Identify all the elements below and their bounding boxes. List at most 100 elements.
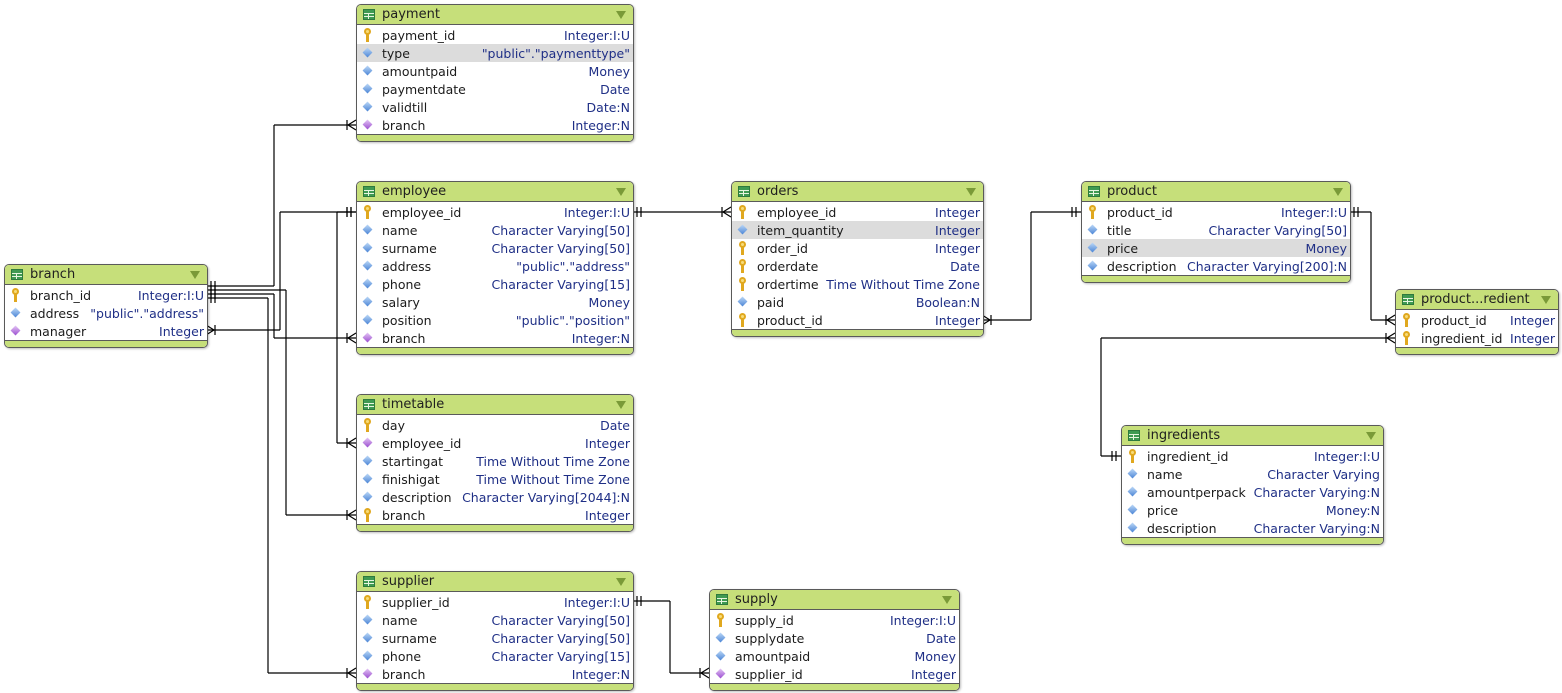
column-row[interactable]: price Money:N — [1122, 501, 1383, 519]
column-row[interactable]: ingredient_id Integer — [1396, 329, 1558, 347]
column-row[interactable]: startingat Time Without Time Zone — [357, 452, 633, 470]
column-row[interactable]: branch Integer:N — [357, 116, 633, 134]
collapse-triangle-icon[interactable] — [616, 401, 626, 409]
column-row[interactable]: description Character Varying:N — [1122, 519, 1383, 537]
column-row[interactable]: ordertime Time Without Time Zone — [732, 275, 983, 293]
column-row[interactable]: employee_id Integer — [357, 434, 633, 452]
column-row[interactable]: branch_id Integer:I:U — [5, 286, 207, 304]
column-row[interactable]: description Character Varying[2044]:N — [357, 488, 633, 506]
attribute-icon — [715, 649, 727, 663]
column-row[interactable]: position "public"."position" — [357, 311, 633, 329]
table-payment[interactable]: payment payment_id Integer:I:U type "public"… — [356, 4, 634, 142]
column-row[interactable]: surname Character Varying[50] — [357, 239, 633, 257]
column-row[interactable]: manager Integer — [5, 322, 207, 340]
table-header[interactable]: payment — [357, 5, 633, 25]
column-type: Character Varying[200]:N — [1187, 258, 1347, 274]
table-header[interactable]: timetable — [357, 395, 633, 415]
table-header[interactable]: product — [1082, 182, 1350, 202]
column-type: Integer — [1510, 330, 1555, 346]
collapse-triangle-icon[interactable] — [1333, 188, 1343, 196]
column-row[interactable]: surname Character Varying[50] — [357, 629, 633, 647]
column-row[interactable]: ingredient_id Integer:I:U — [1122, 447, 1383, 465]
column-row[interactable]: payment_id Integer:I:U — [357, 26, 633, 44]
column-row[interactable]: name Character Varying[50] — [357, 611, 633, 629]
many-marker — [1386, 332, 1396, 339]
table-header[interactable]: product...redient — [1396, 290, 1558, 310]
column-row[interactable]: type "public"."paymenttype" — [357, 44, 633, 62]
column-row[interactable]: amountpaid Money — [357, 62, 633, 80]
column-name: salary — [382, 294, 420, 310]
column-row[interactable]: order_id Integer — [732, 239, 983, 257]
column-row[interactable]: supply_id Integer:I:U — [710, 611, 959, 629]
column-row[interactable]: branch Integer — [357, 506, 633, 524]
table-supplier[interactable]: supplier supplier_id Integer:I:U name Charac… — [356, 571, 634, 691]
column-row[interactable]: phone Character Varying[15] — [357, 647, 633, 665]
collapse-triangle-icon[interactable] — [616, 188, 626, 196]
column-row[interactable]: validtill Date:N — [357, 98, 633, 116]
column-row[interactable]: amountpaid Money — [710, 647, 959, 665]
column-type: Character Varying:N — [1253, 520, 1380, 536]
column-row[interactable]: orderdate Date — [732, 257, 983, 275]
collapse-triangle-icon[interactable] — [616, 578, 626, 586]
collapse-triangle-icon[interactable] — [942, 596, 952, 604]
column-row[interactable]: paymentdate Date — [357, 80, 633, 98]
column-row[interactable]: employee_id Integer — [732, 203, 983, 221]
column-row[interactable]: branch Integer:N — [357, 329, 633, 347]
column-row[interactable]: day Date — [357, 416, 633, 434]
table-product-ingredient[interactable]: product...redient product_id Integer ingred… — [1395, 289, 1559, 355]
attribute-icon — [362, 631, 374, 645]
column-row[interactable]: name Character Varying[50] — [357, 221, 633, 239]
column-row[interactable]: product_id Integer:I:U — [1082, 203, 1350, 221]
table-header[interactable]: orders — [732, 182, 983, 202]
column-row[interactable]: employee_id Integer:I:U — [357, 203, 633, 221]
table-footer — [357, 134, 633, 141]
collapse-triangle-icon[interactable] — [190, 271, 200, 279]
column-row[interactable]: supplier_id Integer — [710, 665, 959, 683]
column-row[interactable]: product_id Integer — [1396, 311, 1558, 329]
column-type: Money — [1305, 240, 1347, 256]
column-row[interactable]: item_quantity Integer — [732, 221, 983, 239]
table-timetable[interactable]: timetable day Date employee_id Integer starti… — [356, 394, 634, 532]
column-name: description — [1147, 520, 1217, 536]
collapse-triangle-icon[interactable] — [616, 11, 626, 19]
column-type: Character Varying[50] — [491, 240, 630, 256]
column-row[interactable]: price Money — [1082, 239, 1350, 257]
table-header[interactable]: supply — [710, 590, 959, 610]
column-row[interactable]: paid Boolean:N — [732, 293, 983, 311]
attribute-icon — [362, 223, 374, 237]
table-employee[interactable]: employee employee_id Integer:I:U name Charac… — [356, 181, 634, 355]
collapse-triangle-icon[interactable] — [966, 188, 976, 196]
table-header[interactable]: ingredients — [1122, 426, 1383, 446]
column-type: Date — [600, 417, 630, 433]
table-header[interactable]: supplier — [357, 572, 633, 592]
column-row[interactable]: branch Integer:N — [357, 665, 633, 683]
collapse-triangle-icon[interactable] — [1366, 432, 1376, 440]
table-icon — [363, 399, 375, 410]
key-icon — [737, 277, 749, 291]
column-row[interactable]: address "public"."address" — [5, 304, 207, 322]
column-row[interactable]: supplier_id Integer:I:U — [357, 593, 633, 611]
column-row[interactable]: finishigat Time Without Time Zone — [357, 470, 633, 488]
table-product[interactable]: product product_id Integer:I:U title Charact… — [1081, 181, 1351, 283]
column-type: Character Varying[50] — [491, 612, 630, 628]
table-supply[interactable]: supply supply_id Integer:I:U supplydate Date… — [709, 589, 960, 691]
column-type: Integer:I:U — [889, 612, 956, 628]
column-name: price — [1107, 240, 1139, 256]
column-row[interactable]: product_id Integer — [732, 311, 983, 329]
column-name: product_id — [1421, 312, 1487, 328]
table-branch[interactable]: branch branch_id Integer:I:U address "public… — [4, 264, 208, 348]
column-row[interactable]: amountperpack Character Varying:N — [1122, 483, 1383, 501]
column-type: Integer — [911, 666, 956, 682]
column-row[interactable]: phone Character Varying[15] — [357, 275, 633, 293]
column-row[interactable]: description Character Varying[200]:N — [1082, 257, 1350, 275]
table-ingredients[interactable]: ingredients ingredient_id Integer:I:U name C… — [1121, 425, 1384, 545]
column-row[interactable]: name Character Varying — [1122, 465, 1383, 483]
column-row[interactable]: salary Money — [357, 293, 633, 311]
collapse-triangle-icon[interactable] — [1541, 296, 1551, 304]
table-orders[interactable]: orders employee_id Integer item_quantity Int… — [731, 181, 984, 337]
column-row[interactable]: address "public"."address" — [357, 257, 633, 275]
column-row[interactable]: title Character Varying[50] — [1082, 221, 1350, 239]
table-header[interactable]: branch — [5, 265, 207, 285]
table-header[interactable]: employee — [357, 182, 633, 202]
column-row[interactable]: supplydate Date — [710, 629, 959, 647]
